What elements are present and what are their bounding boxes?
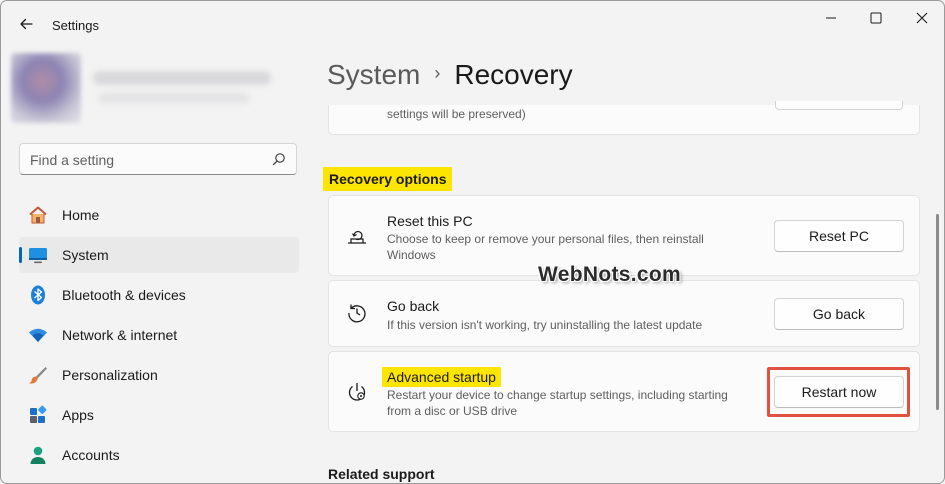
title-bar: Settings bbox=[1, 1, 944, 49]
brush-icon bbox=[29, 367, 47, 384]
sidebar-item-label: Personalization bbox=[62, 367, 158, 383]
partial-card: settings will be preserved) bbox=[328, 101, 920, 135]
wifi-icon bbox=[29, 328, 47, 342]
profile-email-blurred bbox=[99, 93, 249, 103]
back-arrow-icon[interactable] bbox=[15, 13, 37, 35]
sidebar-item-label: System bbox=[62, 247, 109, 263]
sidebar-item-accounts[interactable]: Accounts bbox=[19, 437, 299, 473]
breadcrumb-parent[interactable]: System bbox=[327, 59, 420, 90]
sidebar-item-label: Network & internet bbox=[62, 327, 178, 343]
sidebar-item-label: Apps bbox=[62, 407, 94, 423]
system-icon bbox=[29, 248, 47, 264]
sidebar-item-label: Bluetooth & devices bbox=[62, 287, 186, 303]
sidebar-item-network[interactable]: Network & internet bbox=[19, 317, 299, 353]
card-description: If this version isn't working, try unins… bbox=[387, 318, 703, 332]
card-title: Go back bbox=[387, 298, 440, 314]
card-description: Choose to keep or remove your personal f… bbox=[387, 232, 704, 262]
partial-card-text: settings will be preserved) bbox=[387, 107, 526, 121]
maximize-icon[interactable] bbox=[861, 7, 891, 29]
bluetooth-icon bbox=[31, 285, 45, 305]
highlight-marker: Recovery options bbox=[323, 167, 453, 191]
advanced-startup-icon bbox=[348, 383, 366, 401]
card-title: Advanced startup bbox=[382, 367, 501, 387]
app-title: Settings bbox=[52, 18, 99, 33]
apps-icon bbox=[30, 405, 47, 423]
reset-pc-icon bbox=[348, 230, 366, 244]
partial-card-button[interactable] bbox=[775, 101, 903, 110]
settings-window: Settings Find a setting Home System Blue… bbox=[0, 0, 945, 484]
search-icon[interactable] bbox=[272, 152, 286, 166]
scrollbar[interactable] bbox=[936, 214, 939, 410]
avatar[interactable] bbox=[11, 53, 81, 123]
watermark: WebNots.com bbox=[538, 263, 681, 286]
go-back-button[interactable]: Go back bbox=[774, 298, 904, 330]
home-icon bbox=[29, 206, 47, 224]
reset-pc-button[interactable]: Reset PC bbox=[774, 220, 904, 252]
card-title: Reset this PC bbox=[387, 213, 473, 229]
breadcrumb-chevron-icon: › bbox=[434, 63, 441, 83]
card-go-back: Go back If this version isn't working, t… bbox=[328, 280, 920, 347]
highlight-marker: Advanced startup bbox=[382, 367, 501, 387]
sidebar-item-bluetooth[interactable]: Bluetooth & devices bbox=[19, 277, 299, 313]
sidebar-item-system[interactable]: System bbox=[19, 237, 299, 273]
sidebar-item-personalization[interactable]: Personalization bbox=[19, 357, 299, 393]
account-icon bbox=[30, 446, 46, 464]
active-indicator bbox=[19, 247, 22, 263]
breadcrumb: System › Recovery bbox=[327, 59, 573, 91]
close-icon[interactable] bbox=[907, 7, 937, 29]
search-input[interactable]: Find a setting bbox=[19, 143, 297, 175]
sidebar-item-label: Home bbox=[62, 207, 100, 223]
section-title-recovery-options: Recovery options bbox=[323, 167, 453, 191]
sidebar-item-label: Accounts bbox=[62, 447, 120, 463]
card-description: Restart your device to change startup se… bbox=[387, 388, 728, 418]
section-title-related-support: Related support bbox=[328, 466, 435, 482]
sidebar-item-home[interactable]: Home bbox=[19, 197, 299, 233]
sidebar-item-apps[interactable]: Apps bbox=[19, 397, 299, 433]
search-placeholder: Find a setting bbox=[30, 152, 115, 168]
profile-name-blurred bbox=[93, 71, 271, 85]
page-title: Recovery bbox=[454, 59, 573, 90]
history-icon bbox=[348, 304, 366, 323]
callout-box bbox=[767, 367, 910, 417]
minimize-icon[interactable] bbox=[816, 7, 846, 29]
